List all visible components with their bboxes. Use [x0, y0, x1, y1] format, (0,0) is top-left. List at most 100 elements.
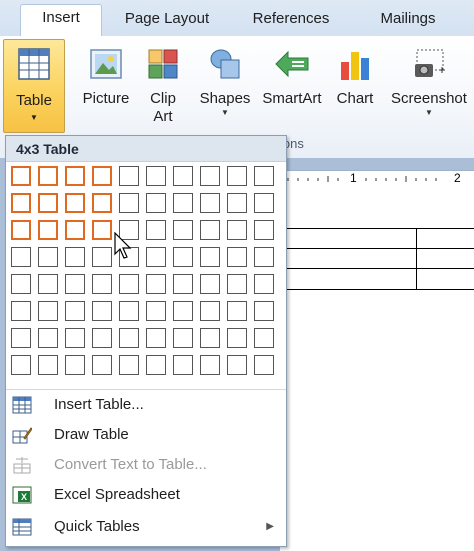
grid-cell[interactable] [38, 301, 58, 321]
grid-cell[interactable] [119, 193, 139, 213]
convert-text-to-table-menu-item[interactable]: Convert Text to Table... [6, 450, 286, 480]
grid-cell[interactable] [119, 166, 139, 186]
grid-cell[interactable] [227, 355, 247, 375]
grid-cell-selected[interactable] [92, 220, 112, 240]
grid-cell[interactable] [11, 301, 31, 321]
grid-cell[interactable] [173, 328, 193, 348]
grid-cell[interactable] [92, 301, 112, 321]
grid-cell[interactable] [65, 274, 85, 294]
grid-cell-selected[interactable] [38, 193, 58, 213]
grid-cell[interactable] [38, 328, 58, 348]
grid-cell[interactable] [227, 166, 247, 186]
grid-cell[interactable] [173, 193, 193, 213]
grid-cell-selected[interactable] [65, 166, 85, 186]
grid-cell[interactable] [146, 193, 166, 213]
grid-cell[interactable] [173, 301, 193, 321]
tab-insert[interactable]: Insert [20, 4, 102, 36]
grid-cell[interactable] [11, 247, 31, 267]
grid-cell[interactable] [146, 355, 166, 375]
insert-table-menu-item[interactable]: Insert Table... [6, 390, 286, 420]
screenshot-button[interactable]: Screenshot ▼ [384, 40, 474, 118]
grid-cell[interactable] [11, 328, 31, 348]
grid-cell[interactable] [200, 355, 220, 375]
tab-mailings[interactable]: Mailings [358, 6, 458, 35]
grid-cell[interactable] [146, 301, 166, 321]
grid-cell[interactable] [227, 193, 247, 213]
grid-cell[interactable] [146, 166, 166, 186]
grid-cell[interactable] [92, 328, 112, 348]
table-button[interactable]: Table ▼ [3, 39, 65, 133]
grid-cell[interactable] [119, 355, 139, 375]
grid-cell[interactable] [227, 274, 247, 294]
grid-cell[interactable] [119, 274, 139, 294]
grid-cell[interactable] [92, 355, 112, 375]
grid-cell[interactable] [254, 301, 274, 321]
grid-cell-selected[interactable] [11, 193, 31, 213]
excel-spreadsheet-menu-item[interactable]: X Excel Spreadsheet [6, 480, 286, 510]
grid-cell[interactable] [146, 328, 166, 348]
grid-cell[interactable] [65, 301, 85, 321]
ruler-mark-1: 1 [350, 171, 357, 185]
grid-cell[interactable] [173, 247, 193, 267]
document-table-preview [280, 228, 474, 290]
grid-cell[interactable] [146, 247, 166, 267]
grid-cell-selected[interactable] [65, 220, 85, 240]
grid-cell[interactable] [200, 193, 220, 213]
grid-cell[interactable] [200, 166, 220, 186]
grid-cell-selected[interactable] [11, 166, 31, 186]
clip-art-button[interactable]: Clip Art [138, 40, 188, 126]
grid-cell-selected[interactable] [92, 166, 112, 186]
grid-cell[interactable] [254, 328, 274, 348]
grid-cell[interactable] [227, 220, 247, 240]
svg-text:X: X [21, 492, 27, 502]
grid-cell[interactable] [65, 247, 85, 267]
grid-cell[interactable] [200, 220, 220, 240]
draw-table-menu-item[interactable]: Draw Table [6, 420, 286, 450]
grid-cell[interactable] [119, 328, 139, 348]
grid-cell[interactable] [200, 247, 220, 267]
grid-cell[interactable] [227, 247, 247, 267]
tab-page-layout[interactable]: Page Layout [112, 6, 222, 35]
grid-cell-selected[interactable] [65, 193, 85, 213]
grid-cell[interactable] [254, 220, 274, 240]
grid-cell[interactable] [200, 301, 220, 321]
grid-cell[interactable] [173, 166, 193, 186]
grid-cell[interactable] [254, 193, 274, 213]
grid-cell[interactable] [173, 220, 193, 240]
grid-cell[interactable] [200, 274, 220, 294]
grid-cell[interactable] [92, 274, 112, 294]
grid-cell[interactable] [146, 274, 166, 294]
shapes-button[interactable]: Shapes ▼ [194, 40, 256, 118]
grid-cell[interactable] [38, 274, 58, 294]
smartart-button[interactable]: SmartArt [256, 40, 328, 108]
grid-cell[interactable] [254, 355, 274, 375]
grid-cell[interactable] [11, 355, 31, 375]
grid-cell[interactable] [146, 220, 166, 240]
convert-text-label: Convert Text to Table... [54, 456, 207, 473]
chart-button[interactable]: Chart [330, 40, 380, 108]
grid-cell[interactable] [227, 328, 247, 348]
grid-cell[interactable] [254, 274, 274, 294]
grid-cell-selected[interactable] [92, 193, 112, 213]
grid-cell[interactable] [11, 274, 31, 294]
grid-cell[interactable] [119, 301, 139, 321]
grid-cell[interactable] [38, 355, 58, 375]
tab-references[interactable]: References [236, 6, 346, 35]
grid-cell[interactable] [38, 247, 58, 267]
grid-cell[interactable] [200, 328, 220, 348]
quick-tables-menu-item[interactable]: Quick Tables ▶ [6, 512, 286, 542]
grid-cell[interactable] [65, 355, 85, 375]
grid-cell[interactable] [254, 166, 274, 186]
chevron-down-icon: ▼ [30, 113, 38, 122]
horizontal-ruler[interactable]: 1 2 [280, 170, 474, 188]
grid-cell[interactable] [65, 328, 85, 348]
grid-cell[interactable] [173, 355, 193, 375]
grid-cell[interactable] [227, 301, 247, 321]
grid-cell[interactable] [92, 247, 112, 267]
grid-cell-selected[interactable] [38, 220, 58, 240]
grid-cell[interactable] [254, 247, 274, 267]
grid-cell-selected[interactable] [11, 220, 31, 240]
grid-cell[interactable] [173, 274, 193, 294]
picture-button[interactable]: Picture [76, 40, 136, 108]
grid-cell-selected[interactable] [38, 166, 58, 186]
